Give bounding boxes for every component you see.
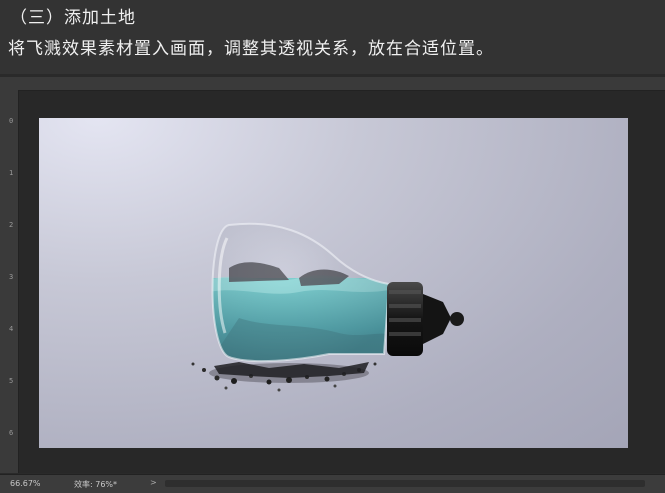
efficiency-info: 效率: 76%* (74, 480, 118, 489)
ruler-tick-label: 2 (9, 221, 14, 229)
status-bar: 66.67% 效率: 76%* > (0, 474, 665, 493)
bulb-base (387, 282, 464, 356)
ruler-corner (0, 77, 19, 90)
tutorial-instruction: 将飞溅效果素材置入画面，调整其透视关系，放在合适位置。 (8, 39, 494, 59)
soil-splash (191, 362, 377, 392)
ruler-tick-label: 1 (9, 169, 14, 177)
ruler-tick-label: 4 (9, 325, 14, 333)
horizontal-ruler[interactable] (19, 77, 665, 91)
ruler-tick-label: 0 (9, 117, 14, 125)
ruler-tick-label: 3 (9, 273, 14, 281)
workspace (19, 91, 665, 473)
ruler-tick-label: 6 (9, 429, 14, 437)
vertical-ruler[interactable]: 0 1 2 3 4 5 6 (0, 90, 19, 473)
tutorial-heading: （三）添加土地 (10, 8, 136, 28)
status-menu-arrow-icon[interactable]: > (150, 478, 157, 487)
light-bulb-image (191, 222, 464, 392)
zoom-readout[interactable]: 66.67% (10, 479, 41, 488)
horizontal-scrollbar[interactable] (165, 480, 645, 487)
document-canvas[interactable] (39, 118, 628, 448)
ruler-tick-label: 5 (9, 377, 14, 385)
bulb-glass (211, 222, 391, 363)
photoshop-window: 0 1 2 3 4 5 6 66.67% 效率: 76%* > (0, 74, 665, 493)
